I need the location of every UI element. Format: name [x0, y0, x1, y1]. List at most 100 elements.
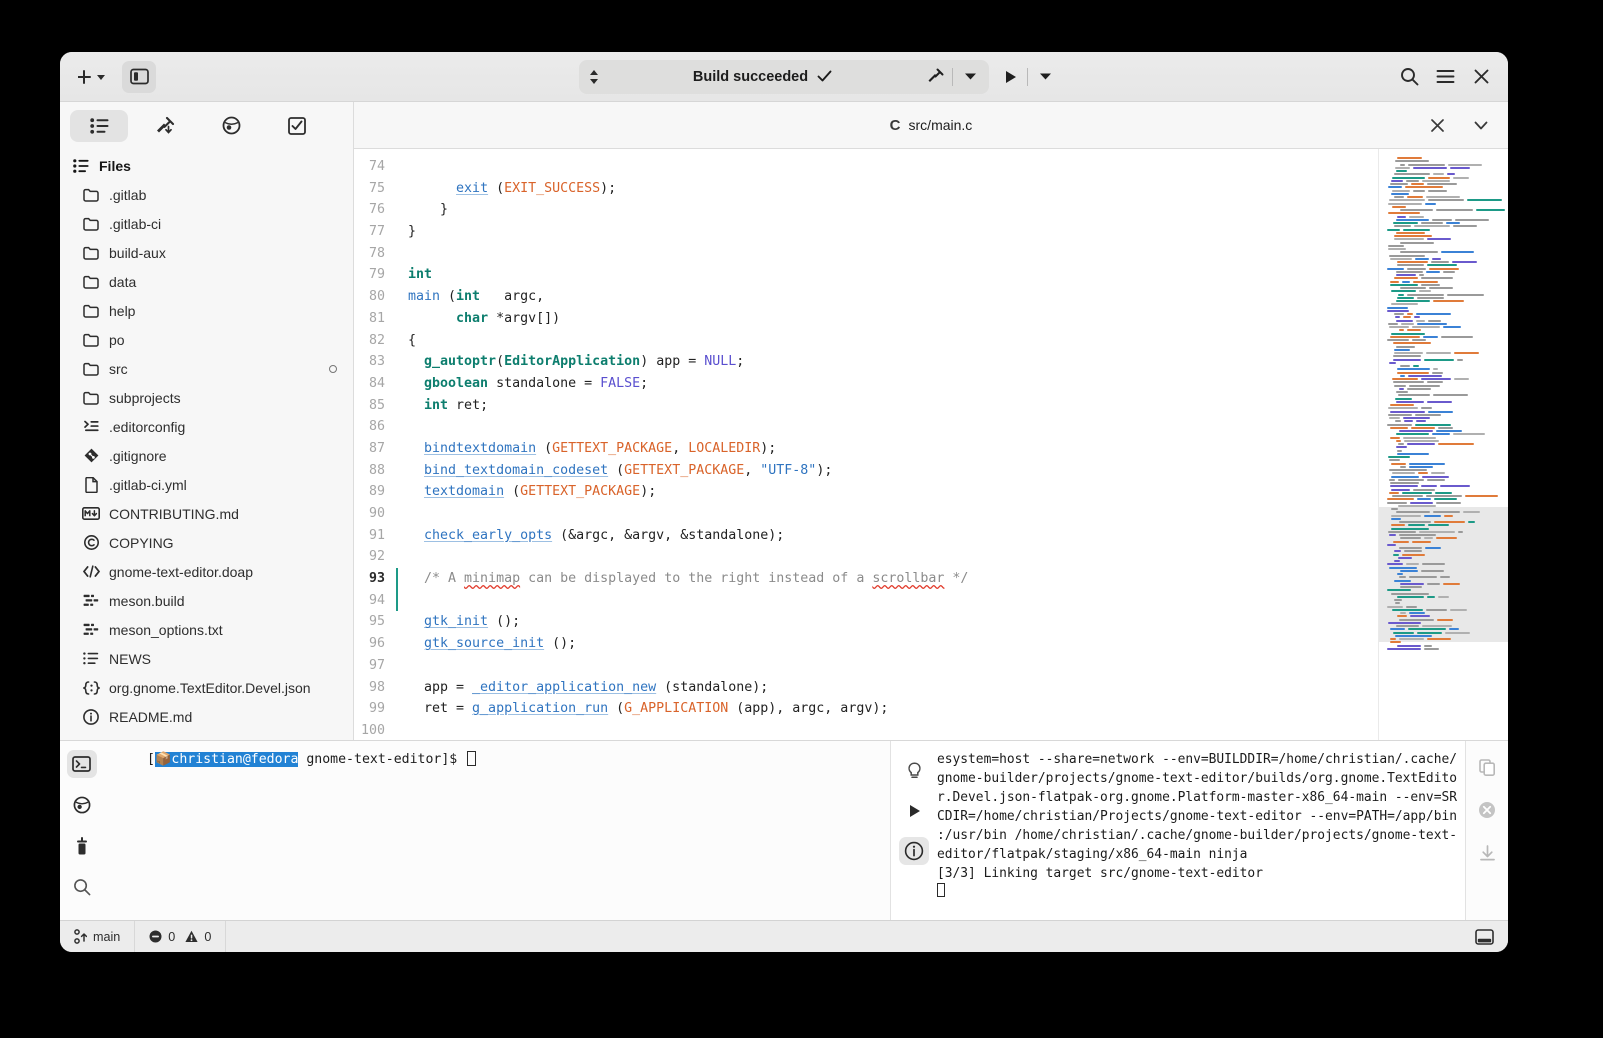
minimap-line: [1463, 511, 1480, 513]
file-tree-item[interactable]: .gitlab-ci.yml: [60, 470, 353, 499]
line-number: 85: [354, 395, 396, 417]
code-view[interactable]: 7475 exit (EXIT_SUCCESS);76 }77}7879int8…: [354, 149, 1378, 740]
minimap-line: [1404, 420, 1413, 422]
minimap-line: [1394, 349, 1410, 351]
minimap-line: [1388, 531, 1416, 533]
language-badge: C: [890, 117, 901, 134]
copy-log-button[interactable]: [1472, 753, 1502, 781]
file-tree-item[interactable]: CONTRIBUTING.md: [60, 499, 353, 528]
minimap-line: [1396, 391, 1408, 393]
line-number: 80: [354, 286, 396, 308]
file-tree-item[interactable]: README.md: [60, 702, 353, 731]
minimap-line: [1391, 303, 1418, 305]
tab-build[interactable]: [136, 110, 194, 142]
file-tree-item[interactable]: .editorconfig: [60, 412, 353, 441]
file-tree-item[interactable]: .gitignore: [60, 441, 353, 470]
minimap-line: [1390, 284, 1418, 286]
file-tree-item[interactable]: meson.build: [60, 586, 353, 615]
save-log-button[interactable]: [1472, 839, 1502, 867]
minimap-line: [1441, 336, 1473, 338]
rail-debugger[interactable]: [67, 791, 97, 819]
minimap-line: [1396, 219, 1429, 221]
build-button[interactable]: [922, 64, 948, 90]
meson-icon: [82, 621, 100, 639]
minimap-line: [1390, 258, 1412, 260]
file-tree-item[interactable]: COPYING: [60, 528, 353, 557]
run-dropdown[interactable]: [1032, 64, 1058, 90]
toggle-sidebar-button[interactable]: [122, 61, 156, 93]
minimap-line: [1440, 485, 1470, 487]
minimap-line: [1394, 235, 1432, 237]
clear-log-button[interactable]: [1472, 796, 1502, 824]
terminal-view[interactable]: [📦christian@fedora gnome-text-editor]$: [103, 741, 891, 920]
file-tree-item[interactable]: build-aux: [60, 238, 353, 267]
tab-files[interactable]: [70, 110, 128, 142]
minimap-line: [1400, 583, 1424, 585]
minimap-line: [1391, 515, 1421, 517]
minimap[interactable]: [1378, 149, 1508, 740]
file-tree-item-label: .gitignore: [109, 448, 167, 464]
markdown-icon: [82, 505, 100, 523]
new-button[interactable]: [70, 61, 116, 93]
diagnostics-indicator[interactable]: 0 0: [135, 921, 226, 952]
build-dropdown[interactable]: [957, 64, 983, 90]
line-gutter-marker: [396, 590, 408, 612]
minimap-line: [1428, 177, 1450, 179]
file-tree-item[interactable]: src: [60, 354, 353, 383]
omnibar[interactable]: Build succeeded: [579, 60, 989, 94]
tab-menu-button[interactable]: [1464, 109, 1498, 141]
build-status-area: Build succeeded: [603, 69, 922, 85]
file-tree-item[interactable]: po: [60, 325, 353, 354]
minimap-line: [1396, 440, 1401, 442]
rail-search[interactable]: [67, 873, 97, 901]
minimap-line: [1419, 274, 1424, 276]
close-tab-button[interactable]: [1420, 109, 1454, 141]
branch-indicator[interactable]: main: [60, 921, 135, 952]
file-tree-item[interactable]: .gitlab: [60, 180, 353, 209]
log-run-output[interactable]: [899, 797, 929, 825]
tab-todo[interactable]: [268, 110, 326, 142]
minimap-line: [1388, 245, 1404, 247]
file-tree-header[interactable]: Files: [60, 151, 353, 180]
tab-debugger[interactable]: [202, 110, 260, 142]
minimap-line: [1412, 541, 1431, 543]
file-tree-item[interactable]: .gitlab-ci: [60, 209, 353, 238]
run-button[interactable]: [997, 64, 1023, 90]
minimap-line: [1389, 459, 1400, 461]
search-icon: [1400, 67, 1419, 86]
file-tree-item[interactable]: subprojects: [60, 383, 353, 412]
file-tree-item-label: gnome-text-editor.doap: [109, 564, 253, 580]
minimap-line: [1391, 528, 1429, 530]
file-tree-item[interactable]: meson_options.txt: [60, 615, 353, 644]
minimap-line: [1443, 271, 1455, 273]
menu-button[interactable]: [1428, 61, 1462, 93]
minimap-line: [1449, 628, 1459, 630]
config-icon: [82, 418, 100, 436]
minimap-line: [1389, 199, 1425, 201]
file-tree-item[interactable]: gnome-text-editor.doap: [60, 557, 353, 586]
minimap-line: [1444, 515, 1453, 517]
minimap-line: [1400, 612, 1406, 614]
minimap-line: [1434, 521, 1465, 523]
minimap-line: [1424, 648, 1439, 650]
log-tips[interactable]: [899, 757, 929, 785]
minimap-line: [1411, 427, 1435, 429]
minimap-line: [1447, 294, 1484, 296]
minimap-line: [1398, 505, 1436, 507]
minimap-line: [1424, 515, 1441, 517]
search-button[interactable]: [1392, 61, 1426, 93]
minimap-line: [1394, 550, 1401, 552]
minimap-line: [1432, 258, 1441, 260]
file-tree-item[interactable]: org.gnome.TextEditor.Devel.json: [60, 673, 353, 702]
rail-terminal[interactable]: [67, 750, 97, 778]
file-tree-item[interactable]: help: [60, 296, 353, 325]
file-tree-item[interactable]: data: [60, 267, 353, 296]
close-window-button[interactable]: [1464, 61, 1498, 93]
log-info[interactable]: [899, 837, 929, 865]
rail-tests[interactable]: [67, 832, 97, 860]
file-tree-item[interactable]: NEWS: [60, 644, 353, 673]
minimap-line: [1388, 186, 1402, 188]
toggle-bottom-panel-button[interactable]: [1461, 929, 1508, 945]
minimap-line: [1454, 378, 1469, 380]
minimap-line: [1388, 456, 1410, 458]
